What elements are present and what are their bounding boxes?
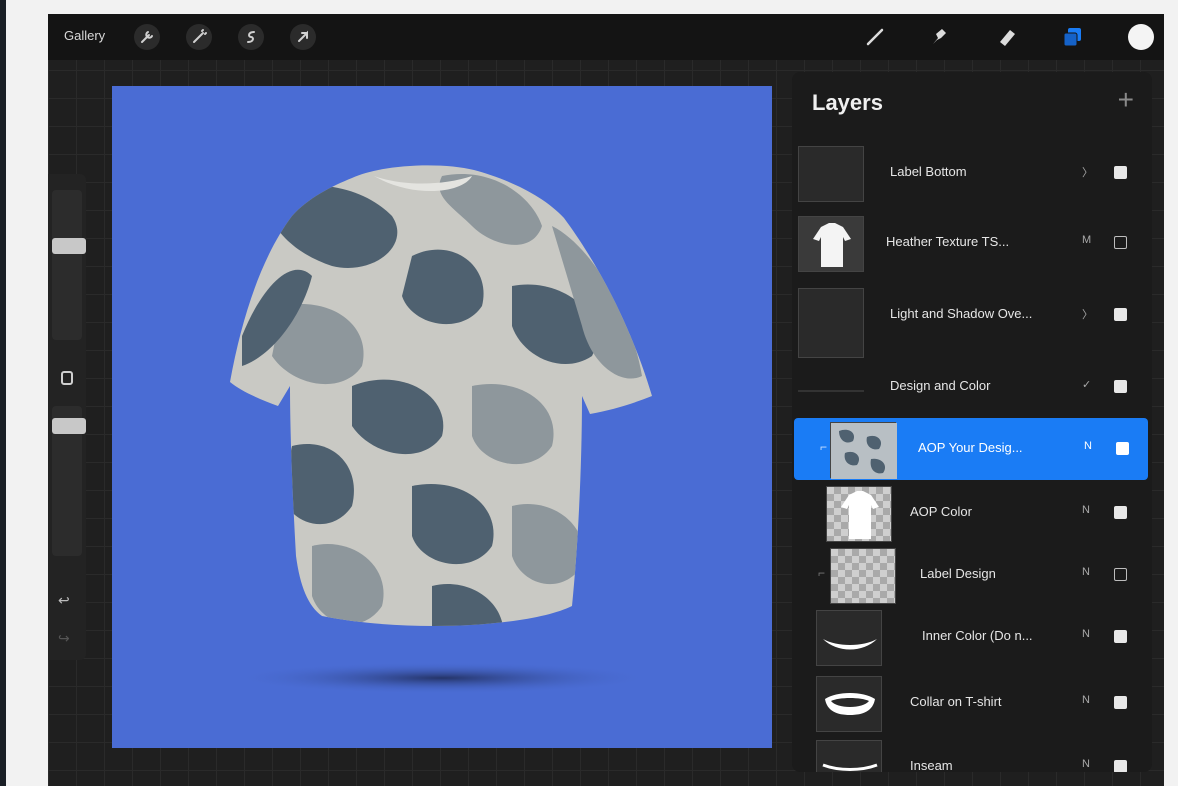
- layer-name: Inner Color (Do n...: [922, 628, 1033, 643]
- layers-panel-title: Layers: [812, 90, 883, 115]
- blend-mode-label[interactable]: N: [1082, 694, 1090, 706]
- layer-name: AOP Your Desig...: [918, 440, 1023, 455]
- eraser-icon[interactable]: [992, 22, 1022, 52]
- brush-icon[interactable]: [860, 22, 890, 52]
- layer-name: Heather Texture TS...: [886, 234, 1010, 249]
- wrench-icon[interactable]: [134, 24, 160, 50]
- layer-thumbnail: [816, 676, 882, 732]
- layer-thumbnail: [830, 548, 896, 604]
- layer-group-chevron-icon[interactable]: 〉: [1082, 306, 1093, 322]
- blend-mode-label[interactable]: N: [1082, 758, 1090, 770]
- smudge-icon[interactable]: [924, 22, 954, 52]
- opacity-slider[interactable]: [52, 406, 86, 556]
- left-sidebar: ↩ ↪: [48, 174, 86, 660]
- layer-thumbnail: [798, 146, 864, 202]
- procreate-window: Gallery ↩ ↪ Layers + Label Bottom 〉 Heat…: [48, 14, 1164, 786]
- blend-mode-label[interactable]: M: [1082, 234, 1091, 246]
- layer-row[interactable]: Design and Color ✓: [792, 362, 1152, 424]
- plus-icon[interactable]: +: [1118, 84, 1134, 116]
- layers-icon[interactable]: [1058, 22, 1088, 52]
- layer-group-chevron-icon[interactable]: 〉: [1082, 164, 1093, 180]
- layer-thumbnail: [816, 740, 882, 772]
- redo-icon[interactable]: ↪: [58, 630, 70, 647]
- top-toolbar: Gallery: [48, 14, 1164, 60]
- blend-mode-label[interactable]: N: [1082, 504, 1090, 516]
- layer-visibility-checkbox[interactable]: [1114, 236, 1127, 249]
- artwork-canvas[interactable]: [112, 86, 772, 748]
- layer-name: Design and Color: [890, 378, 991, 393]
- tshirt-artwork: [230, 165, 652, 694]
- blend-mode-label[interactable]: N: [1082, 628, 1090, 640]
- layer-row[interactable]: Inner Color (Do n... N: [792, 606, 1152, 668]
- layer-row[interactable]: Label Bottom 〉: [792, 142, 1152, 204]
- layer-thumbnail: [798, 288, 864, 358]
- clipping-mask-icon: ⌐: [818, 566, 826, 580]
- layer-visibility-checkbox[interactable]: [1114, 696, 1127, 709]
- blend-mode-label[interactable]: N: [1082, 566, 1090, 578]
- layer-row[interactable]: Heather Texture TS... M: [792, 212, 1152, 274]
- brush-size-knob[interactable]: [52, 238, 86, 254]
- layer-name: Inseam: [910, 758, 953, 772]
- layer-name: Label Bottom: [890, 164, 967, 179]
- layers-panel: Layers + Label Bottom 〉 Heather Texture …: [792, 72, 1152, 772]
- layer-thumbnail: [826, 486, 892, 542]
- group-expanded-icon[interactable]: ✓: [1082, 378, 1091, 391]
- layer-row[interactable]: Inseam N: [792, 736, 1152, 772]
- layer-thumbnail: [830, 422, 897, 479]
- layer-visibility-checkbox[interactable]: [1114, 630, 1127, 643]
- group-divider: [798, 390, 864, 392]
- modify-button-icon[interactable]: [61, 371, 73, 385]
- opacity-knob[interactable]: [52, 418, 86, 434]
- shirt-shadow: [232, 662, 652, 694]
- layer-visibility-checkbox[interactable]: [1114, 308, 1127, 321]
- transform-icon[interactable]: [290, 24, 316, 50]
- layer-visibility-checkbox[interactable]: [1114, 166, 1127, 179]
- layer-row-selected[interactable]: ⌐ AOP Your Desig... N: [794, 418, 1148, 480]
- magic-wand-icon[interactable]: [186, 24, 212, 50]
- layer-row[interactable]: ⌐ Label Design N: [792, 544, 1152, 606]
- clipping-mask-icon: ⌐: [820, 440, 828, 454]
- layer-visibility-checkbox[interactable]: [1114, 568, 1127, 581]
- brush-size-slider[interactable]: [52, 190, 86, 340]
- selection-icon[interactable]: [238, 24, 264, 50]
- layer-row[interactable]: Light and Shadow Ove... 〉: [792, 284, 1152, 358]
- layer-row[interactable]: AOP Color N: [792, 482, 1152, 544]
- layer-visibility-checkbox[interactable]: [1114, 760, 1127, 772]
- layer-visibility-checkbox[interactable]: [1116, 442, 1129, 455]
- blend-mode-label[interactable]: N: [1084, 440, 1092, 452]
- layer-name: Collar on T-shirt: [910, 694, 1002, 709]
- layer-row[interactable]: Collar on T-shirt N: [792, 672, 1152, 734]
- layer-visibility-checkbox[interactable]: [1114, 506, 1127, 519]
- gallery-button[interactable]: Gallery: [64, 28, 105, 43]
- layer-name: AOP Color: [910, 504, 972, 519]
- undo-icon[interactable]: ↩: [58, 592, 70, 609]
- color-icon[interactable]: [1128, 24, 1154, 50]
- layer-name: Label Design: [920, 566, 996, 581]
- layer-thumbnail: [816, 610, 882, 666]
- layer-thumbnail: [798, 216, 864, 272]
- layer-visibility-checkbox[interactable]: [1114, 380, 1127, 393]
- screen-edge: [0, 0, 6, 786]
- layer-name: Light and Shadow Ove...: [890, 306, 1033, 321]
